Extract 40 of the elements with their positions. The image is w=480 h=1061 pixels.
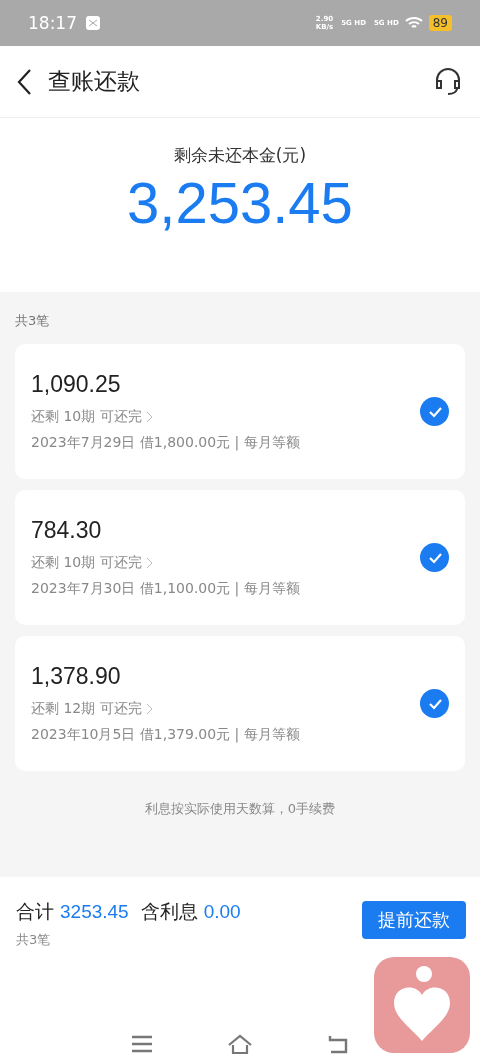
wifi-icon xyxy=(404,16,423,30)
total-label: 合计 xyxy=(16,899,54,924)
home-icon[interactable] xyxy=(226,1033,254,1055)
remaining-terms: 还剩 10期 可还完 xyxy=(31,408,142,426)
loan-count: 共3笔 xyxy=(15,312,51,330)
clock: 18:17 xyxy=(28,13,77,33)
back-nav-icon[interactable] xyxy=(326,1034,350,1054)
checkbox[interactable] xyxy=(420,689,449,718)
checkmark-icon xyxy=(427,405,442,418)
loan-card[interactable]: 784.30 还剩 10期 可还完 2023年7月30日 借1,100.00元 | 每月等额 xyxy=(15,490,465,625)
page-title: 查账还款 xyxy=(48,67,141,96)
loan-amount: 1,090.25 xyxy=(31,371,122,398)
gallery-icon xyxy=(85,15,101,31)
chevron-right-icon xyxy=(145,557,153,569)
interest-label: 含利息 xyxy=(140,899,198,924)
loan-card[interactable]: 1,090.25 还剩 10期 可还完 2023年7月29日 借1,800.00元 | 每月等额 xyxy=(15,344,465,479)
back-icon[interactable] xyxy=(16,67,32,96)
battery-level: 89 xyxy=(428,15,452,31)
loan-detail: 2023年7月30日 借1,100.00元 | 每月等额 xyxy=(31,580,301,598)
interest-amount: 0.00 xyxy=(203,901,241,923)
checkmark-icon xyxy=(427,551,442,564)
loan-detail: 2023年10月5日 借1,379.00元 | 每月等额 xyxy=(31,726,301,744)
menu-icon[interactable] xyxy=(130,1035,154,1053)
loan-card[interactable]: 1,378.90 还剩 12期 可还完 2023年10月5日 借1,379.00元 | 每月等额 xyxy=(15,636,465,771)
total-amount: 3253.45 xyxy=(60,901,129,923)
summary-label: 剩余未还本金(元) xyxy=(173,144,307,167)
loan-amount: 784.30 xyxy=(31,517,103,544)
checkmark-icon xyxy=(427,697,442,710)
chevron-right-icon xyxy=(145,703,153,715)
chevron-right-icon xyxy=(145,411,153,423)
remaining-terms: 还剩 12期 可还完 xyxy=(31,700,142,718)
loan-amount: 1,378.90 xyxy=(31,663,122,690)
interest-note: 利息按实际使用天数算，0手续费 xyxy=(143,800,337,818)
checkbox[interactable] xyxy=(420,543,449,572)
prepay-button[interactable]: 提前还款 xyxy=(362,901,466,939)
remaining-terms: 还剩 10期 可还完 xyxy=(31,554,142,572)
checkbox[interactable] xyxy=(420,397,449,426)
remaining-principal: 3,253.45 xyxy=(127,169,353,236)
selected-count: 共3笔 xyxy=(16,931,52,949)
loan-detail: 2023年7月29日 借1,800.00元 | 每月等额 xyxy=(31,434,301,452)
